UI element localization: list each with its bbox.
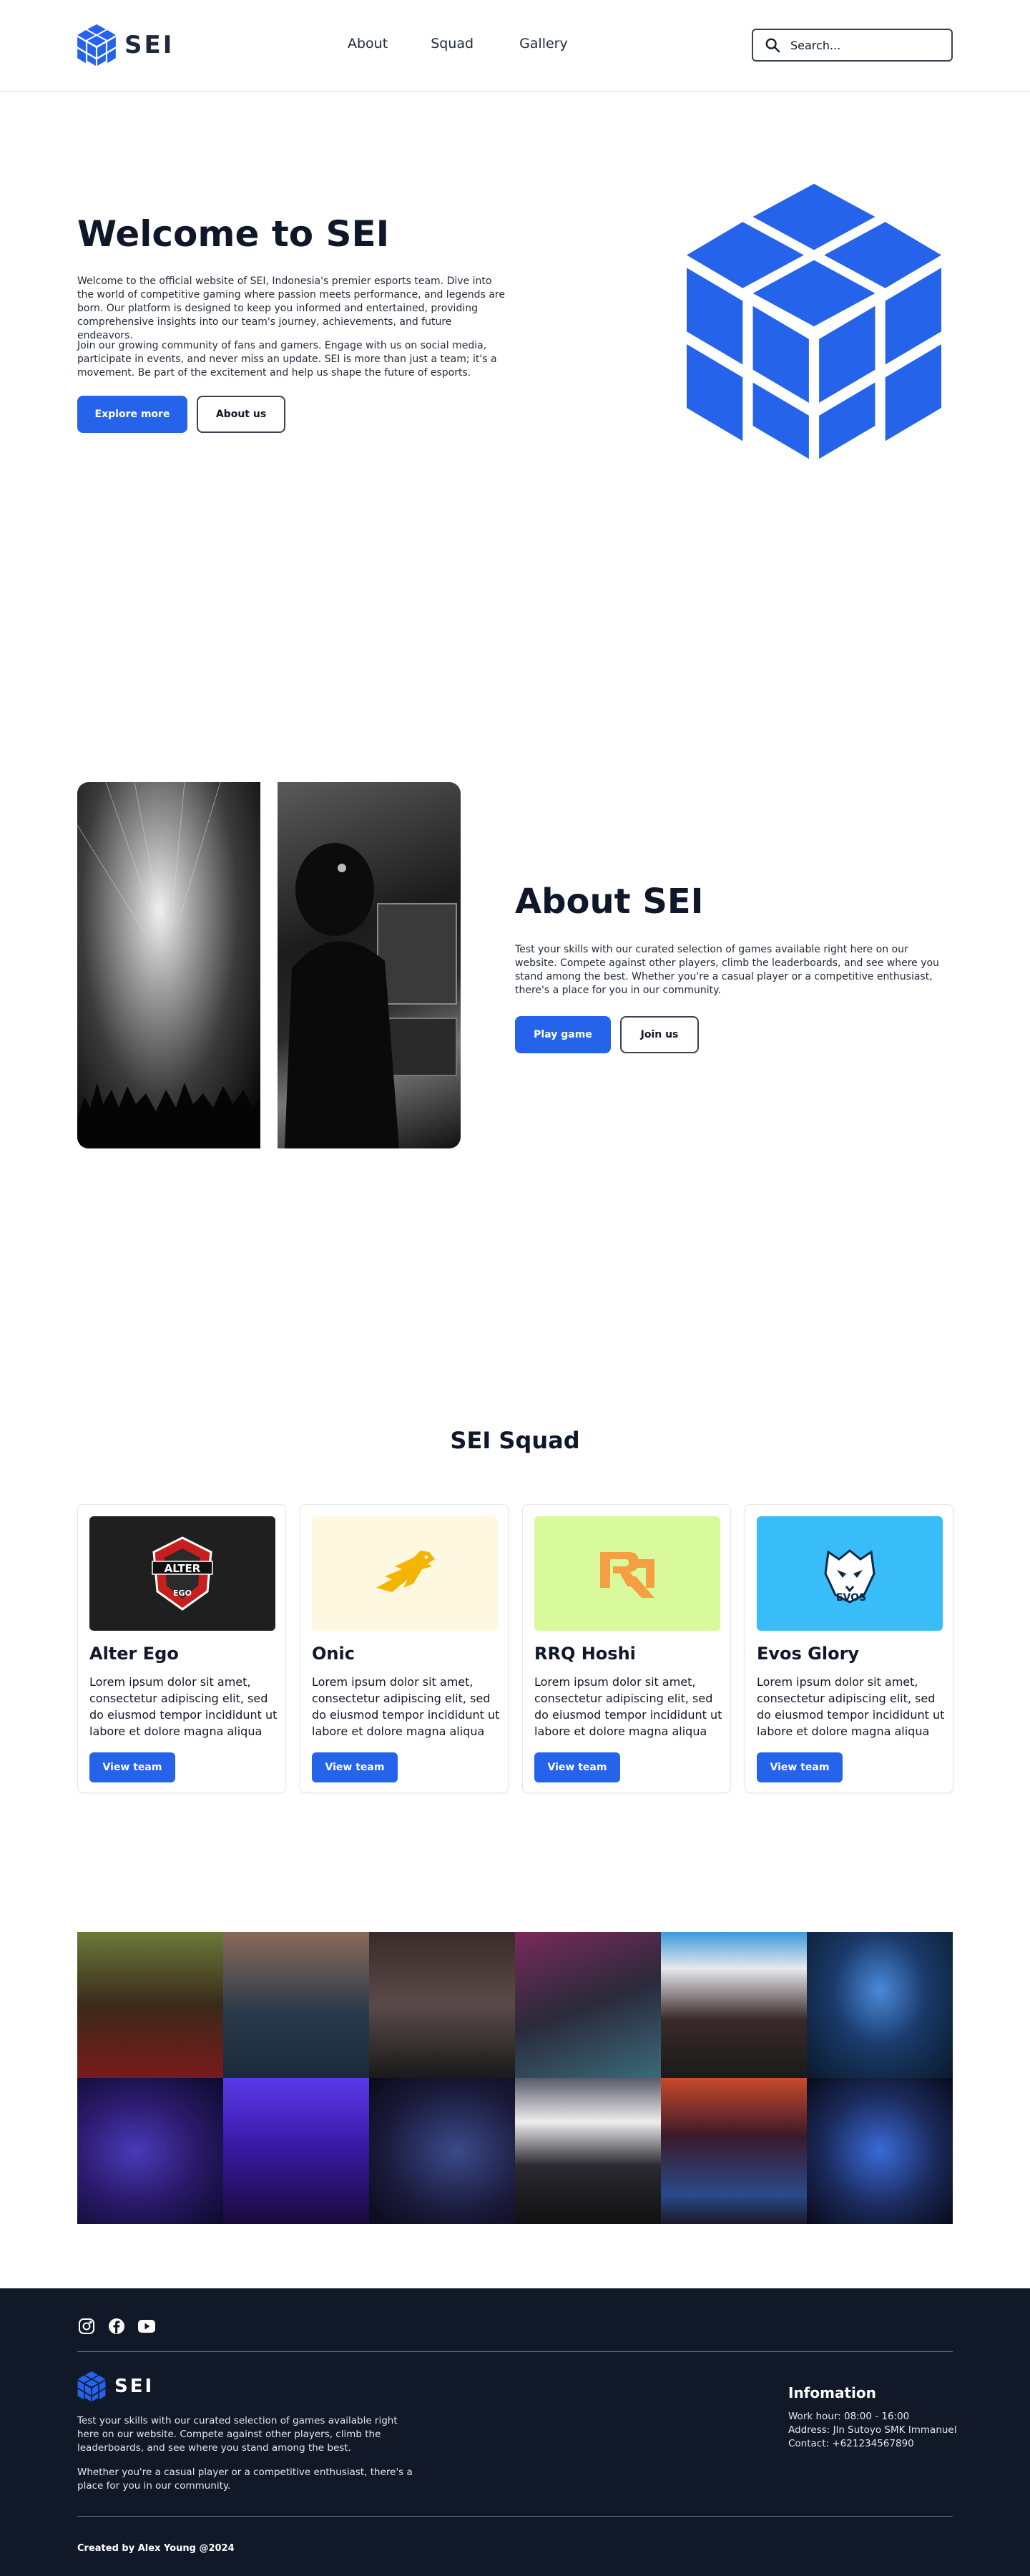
hero-community-text: Join our growing community of fans and g… [77,340,497,379]
team-description: Lorem ipsum dolor sit amet, consectetur … [312,1675,500,1738]
gallery-photo[interactable] [223,2078,369,2224]
gallery-photo[interactable] [807,1932,953,2078]
gallery-photo[interactable] [515,1932,661,2078]
gallery-photo[interactable] [369,1932,515,2078]
top-navbar: SEI About Squad Gallery [0,0,1030,92]
gallery-photo[interactable] [369,2078,515,2224]
svg-text:ALTER: ALTER [165,1562,201,1575]
svg-text:EGO: EGO [173,1589,192,1598]
view-team-button[interactable]: View team [312,1752,398,1782]
brand-logo[interactable]: SEI [77,24,174,66]
explore-more-button[interactable]: Explore more [77,396,187,433]
evos-logo: EVOS [757,1516,943,1631]
gallery-photo[interactable] [223,1932,369,2078]
nav-link-about[interactable]: About [348,36,388,52]
svg-text:EVOS: EVOS [836,1592,866,1604]
about-title: About SEI [515,882,704,922]
team-card-onic: Onic Lorem ipsum dolor sit amet, consect… [300,1504,509,1793]
rrq-logo [534,1516,720,1631]
about-text: Test your skills with our curated select… [515,944,939,996]
gallery-photo[interactable] [515,2078,661,2224]
cube-logo-icon [77,2371,106,2401]
photo-gallery [77,1932,953,2224]
view-team-button[interactable]: View team [89,1752,175,1782]
footer-text-1: Test your skills with our curated select… [77,2415,398,2454]
alter-ego-logo: ALTER EGO [89,1516,275,1631]
about-us-button[interactable]: About us [197,396,285,433]
gallery-photo[interactable] [661,1932,807,2078]
info-title: Infomation [788,2384,876,2401]
hero-cube-icon [687,183,941,459]
footer-text-2: Whether you're a casual player or a comp… [77,2467,413,2492]
search-input[interactable] [790,38,933,52]
gallery-photo[interactable] [807,2078,953,2224]
site-footer: SEI Test your skills with our curated se… [0,2288,1030,2576]
nav-link-gallery[interactable]: Gallery [519,36,568,52]
team-name: Evos Glory [757,1644,860,1664]
play-game-button[interactable]: Play game [515,1016,611,1053]
gallery-photo[interactable] [661,2078,807,2224]
team-card-evos-glory: EVOS Evos Glory Lorem ipsum dolor sit am… [745,1504,953,1793]
social-links [77,2317,156,2336]
team-name: Onic [312,1644,355,1664]
address: Address: Jln Sutoyo SMK Immanuel [788,2424,957,2436]
onic-logo [312,1516,498,1631]
team-card-alter-ego: ALTER EGO Alter Ego Lorem ipsum dolor si… [77,1504,286,1793]
team-description: Lorem ipsum dolor sit amet, consectetur … [757,1675,945,1738]
brand-name: SEI [124,31,175,59]
footer-brand[interactable]: SEI [77,2371,154,2401]
search-box[interactable] [752,29,953,62]
team-description: Lorem ipsum dolor sit amet, consectetur … [89,1675,278,1738]
footer-credit: Created by Alex Young @2024 [77,2543,235,2554]
view-team-button[interactable]: View team [534,1752,620,1782]
team-name: RRQ Hoshi [534,1644,636,1664]
gamer-stage-image [278,782,461,1148]
gallery-photo[interactable] [77,2078,223,2224]
cube-logo-icon [77,24,116,66]
team-name: Alter Ego [89,1644,179,1664]
team-description: Lorem ipsum dolor sit amet, consectetur … [534,1675,722,1738]
footer-divider [77,2516,953,2517]
view-team-button[interactable]: View team [757,1752,843,1782]
youtube-icon[interactable] [137,2317,156,2336]
join-us-button[interactable]: Join us [620,1016,699,1053]
gallery-photo[interactable] [77,1932,223,2078]
concert-crowd-image [77,782,260,1148]
work-hour: Work hour: 08:00 - 16:00 [788,2411,910,2422]
nav-link-squad[interactable]: Squad [431,36,474,52]
hero-intro-text: Welcome to the official website of SEI, … [77,275,505,341]
footer-divider [77,2351,953,2352]
team-card-rrq-hoshi: RRQ Hoshi Lorem ipsum dolor sit amet, co… [522,1504,731,1793]
contact: Contact: +621234567890 [788,2438,914,2449]
footer-brand-name: SEI [114,2376,154,2397]
instagram-icon[interactable] [77,2317,96,2336]
nav-links: About Squad Gallery [348,36,614,52]
hero-title: Welcome to SEI [77,213,390,255]
facebook-icon[interactable] [107,2317,126,2336]
squad-title: SEI Squad [450,1427,580,1454]
search-icon [765,38,780,53]
